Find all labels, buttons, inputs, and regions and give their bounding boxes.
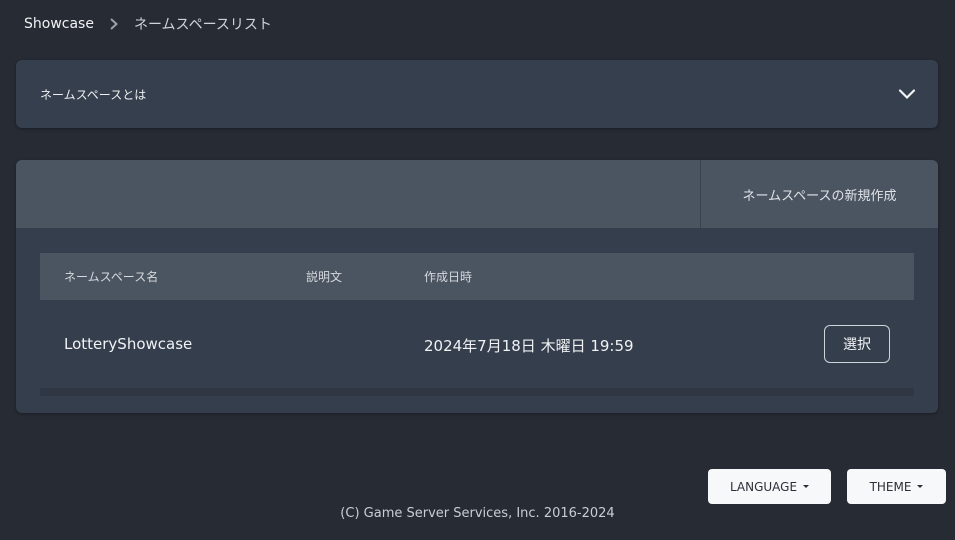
theme-button-label: THEME [869,479,912,494]
caret-down-icon [803,485,810,488]
namespace-table: ネームスペース名 説明文 作成日時 LotteryShowcase 2024年7… [40,253,914,396]
chevron-right-icon [94,18,134,30]
namespace-created-at-cell: 2024年7月18日 木曜日 19:59 [424,337,634,355]
language-dropdown-button[interactable]: LANGUAGE [708,469,831,504]
accordion-title: ネームスペースとは [40,88,147,102]
breadcrumb-current: ネームスペースリスト [133,17,272,33]
breadcrumb: Showcase ネームスペースリスト [24,12,272,36]
namespace-info-accordion[interactable]: ネームスペースとは [16,60,938,128]
chevron-down-icon[interactable] [898,86,916,102]
card-toolbar: ネームスペースの新規作成 [16,160,938,228]
theme-dropdown-button[interactable]: THEME [847,469,946,504]
table-horizontal-scrollbar[interactable] [40,388,914,396]
page: Showcase ネームスペースリスト ネームスペースとは ネームスペースの新規… [0,0,955,540]
language-button-label: LANGUAGE [729,479,798,494]
namespace-list-card: ネームスペースの新規作成 ネームスペース名 説明文 作成日時 LotterySh… [16,160,938,413]
select-namespace-button[interactable]: 選択 [824,325,890,363]
breadcrumb-link-showcase[interactable]: Showcase [24,16,94,32]
column-header-name: ネームスペース名 [64,270,159,284]
column-header-description: 説明文 [306,270,343,284]
namespace-name-cell: LotteryShowcase [64,335,193,353]
column-header-created-at: 作成日時 [424,270,473,284]
footer-copyright: (C) Game Server Services, Inc. 2016-2024 [340,506,615,521]
create-namespace-button[interactable]: ネームスペースの新規作成 [700,160,938,228]
caret-down-icon [917,485,924,488]
table-header: ネームスペース名 説明文 作成日時 [40,253,914,300]
table-row: LotteryShowcase 2024年7月18日 木曜日 19:59 選択 [40,300,914,388]
